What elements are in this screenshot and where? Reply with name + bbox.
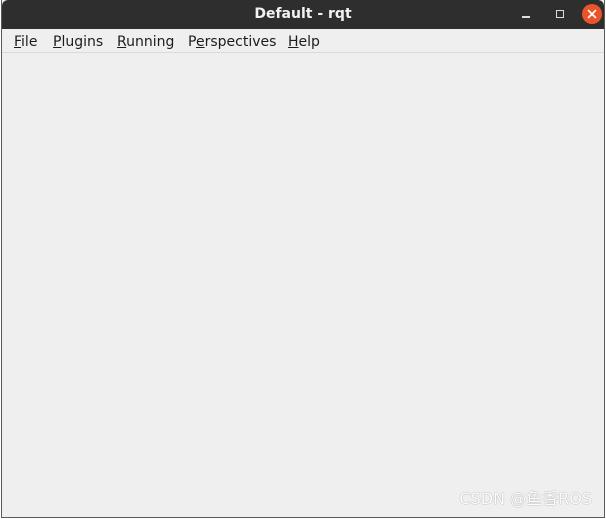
minimize-button[interactable]	[516, 4, 536, 24]
watermark: CSDN @鱼香ROS	[459, 489, 592, 508]
menu-perspectives-mnemonic: e	[195, 34, 205, 50]
maximize-button[interactable]	[550, 4, 570, 24]
menu-perspectives-label: rspectives	[204, 34, 277, 50]
menu-running-label: unning	[126, 34, 175, 50]
menu-help-label: elp	[298, 34, 320, 50]
menu-file-label: ile	[21, 34, 38, 50]
maximize-icon	[556, 10, 564, 18]
main-content-area[interactable]: CSDN @鱼香ROS	[2, 53, 604, 517]
menu-running-mnemonic: R	[117, 34, 127, 50]
menu-running[interactable]: Running	[117, 29, 174, 53]
window-title: Default - rqt	[254, 6, 352, 22]
menu-help-mnemonic: H	[288, 34, 299, 50]
minimize-icon	[522, 16, 530, 18]
menu-help[interactable]: Help	[288, 29, 320, 53]
menu-file-mnemonic: F	[14, 34, 22, 50]
close-button[interactable]	[582, 4, 602, 24]
menu-file[interactable]: File	[14, 29, 37, 53]
menu-perspectives-prefix: P	[188, 34, 196, 50]
rqt-window: Default - rqt File Plugins Running Persp…	[1, 0, 605, 518]
menu-plugins-label: lugins	[61, 34, 104, 50]
menu-perspectives[interactable]: Perspectives	[188, 29, 276, 53]
menu-plugins[interactable]: Plugins	[53, 29, 103, 53]
menu-bar: File Plugins Running Perspectives Help	[2, 29, 604, 53]
title-bar[interactable]: Default - rqt	[2, 0, 604, 29]
close-icon	[587, 9, 597, 19]
